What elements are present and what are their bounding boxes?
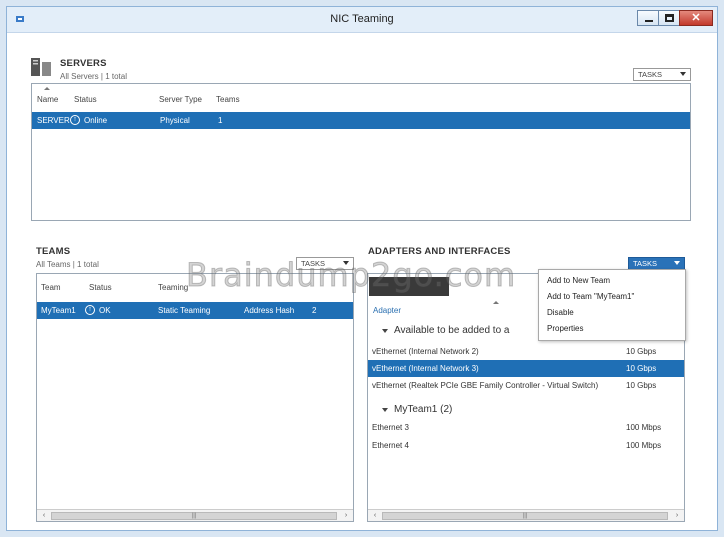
team-status: OK	[99, 306, 111, 315]
server-name: SERVER	[37, 116, 70, 125]
adapters-tasks-label: TASKS	[633, 259, 658, 268]
team-row[interactable]: MyTeam1 ↑ OK Static Teaming Address Hash…	[37, 302, 353, 319]
adapter-row[interactable]: vEthernet (Realtek PCIe GBE Family Contr…	[368, 377, 684, 394]
close-icon: ✕	[691, 12, 701, 24]
servers-heading: SERVERS	[60, 58, 107, 69]
window-controls: ✕	[637, 10, 713, 28]
server-status: Online	[84, 116, 108, 125]
server-row[interactable]: SERVER ↑ Online Physical 1	[32, 112, 690, 129]
sort-ascending-icon[interactable]	[44, 87, 50, 90]
server-type: Physical	[160, 116, 190, 125]
col-team[interactable]: Team	[41, 283, 61, 292]
team-balancing: Address Hash	[244, 306, 295, 315]
title-bar[interactable]: NIC Teaming ✕	[7, 7, 717, 33]
sort-ascending-icon[interactable]	[493, 301, 499, 304]
adapter-speed: 10 Gbps	[626, 347, 657, 356]
teams-subtitle: All Teams | 1 total	[36, 260, 99, 269]
team-adapter-count: 2	[312, 306, 317, 315]
servers-subtitle: All Servers | 1 total	[60, 72, 127, 81]
servers-panel: Name Status Server Type Teams SERVER ↑ O…	[31, 83, 691, 221]
teams-heading: TEAMS	[36, 246, 71, 257]
adapter-row[interactable]: Ethernet 4 100 Mbps	[368, 437, 684, 454]
col-status[interactable]: Status	[74, 95, 97, 104]
col-teams[interactable]: Teams	[216, 95, 240, 104]
group-myteam1-label: MyTeam1 (2)	[394, 404, 453, 415]
grip-icon: |||	[191, 513, 197, 519]
scroll-left-icon[interactable]: ‹	[39, 511, 49, 521]
servers-tasks-button[interactable]: TASKS	[633, 68, 691, 81]
team-name: MyTeam1	[41, 306, 76, 315]
server-teams: 1	[218, 116, 223, 125]
adapter-row[interactable]: Ethernet 3 100 Mbps	[368, 419, 684, 436]
scroll-thumb[interactable]: |||	[382, 512, 668, 520]
chevron-down-icon	[680, 72, 686, 76]
adapter-name: Ethernet 3	[372, 423, 409, 432]
adapter-row[interactable]: vEthernet (Internal Network 3) 10 Gbps	[368, 360, 684, 377]
adapter-speed: 10 Gbps	[626, 364, 657, 373]
collapse-triangle-icon[interactable]	[382, 408, 388, 412]
scroll-left-icon[interactable]: ‹	[370, 511, 380, 521]
adapter-row[interactable]: vEthernet (Internal Network 2) 10 Gbps	[368, 343, 684, 360]
maximize-button[interactable]	[658, 10, 680, 26]
col-name[interactable]: Name	[37, 95, 58, 104]
adapter-name: vEthernet (Internal Network 2)	[372, 347, 479, 356]
minimize-icon	[645, 20, 653, 22]
scroll-thumb[interactable]: |||	[51, 512, 337, 520]
col-team-status[interactable]: Status	[89, 283, 112, 292]
maximize-icon	[665, 14, 674, 22]
watermark: Braindump2go.com	[185, 256, 517, 295]
scroll-right-icon[interactable]: ›	[341, 511, 351, 521]
adapter-name: vEthernet (Internal Network 3)	[372, 364, 479, 373]
menu-properties[interactable]: Properties	[547, 324, 583, 333]
adapter-name: Ethernet 4	[372, 441, 409, 450]
menu-add-to-team[interactable]: Add to Team "MyTeam1"	[547, 292, 634, 301]
team-mode: Static Teaming	[158, 306, 211, 315]
tasks-dropdown-menu: Add to New Team Add to Team "MyTeam1" Di…	[538, 269, 686, 341]
servers-tasks-label: TASKS	[638, 70, 663, 79]
scroll-right-icon[interactable]: ›	[672, 511, 682, 521]
adapter-name: vEthernet (Realtek PCIe GBE Family Contr…	[372, 381, 599, 390]
adapter-speed: 100 Mbps	[626, 441, 662, 450]
adapter-speed: 10 Gbps	[626, 381, 657, 390]
minimize-button[interactable]	[637, 10, 659, 26]
col-teaming-mode[interactable]: Teaming	[158, 283, 188, 292]
servers-icon	[31, 58, 51, 76]
teams-horizontal-scrollbar[interactable]: ‹ ||| ›	[37, 509, 353, 521]
ok-status-icon: ↑	[85, 305, 95, 315]
group-available-label: Available to be added to a	[394, 325, 510, 336]
grip-icon: |||	[522, 513, 528, 519]
close-button[interactable]: ✕	[679, 10, 713, 26]
menu-disable[interactable]: Disable	[547, 308, 574, 317]
teams-panel: Team Status Teaming MyTeam1 ↑ OK Static …	[36, 273, 354, 522]
adapter-speed: 100 Mbps	[626, 423, 662, 432]
adapters-horizontal-scrollbar[interactable]: ‹ ||| ›	[368, 509, 684, 521]
chevron-down-icon	[674, 261, 680, 265]
window-title: NIC Teaming	[330, 13, 394, 25]
online-status-icon: ↑	[70, 115, 80, 125]
menu-add-to-new-team[interactable]: Add to New Team	[547, 276, 610, 285]
col-server-type[interactable]: Server Type	[159, 95, 202, 104]
collapse-triangle-icon[interactable]	[382, 329, 388, 333]
col-adapter[interactable]: Adapter	[373, 306, 401, 315]
